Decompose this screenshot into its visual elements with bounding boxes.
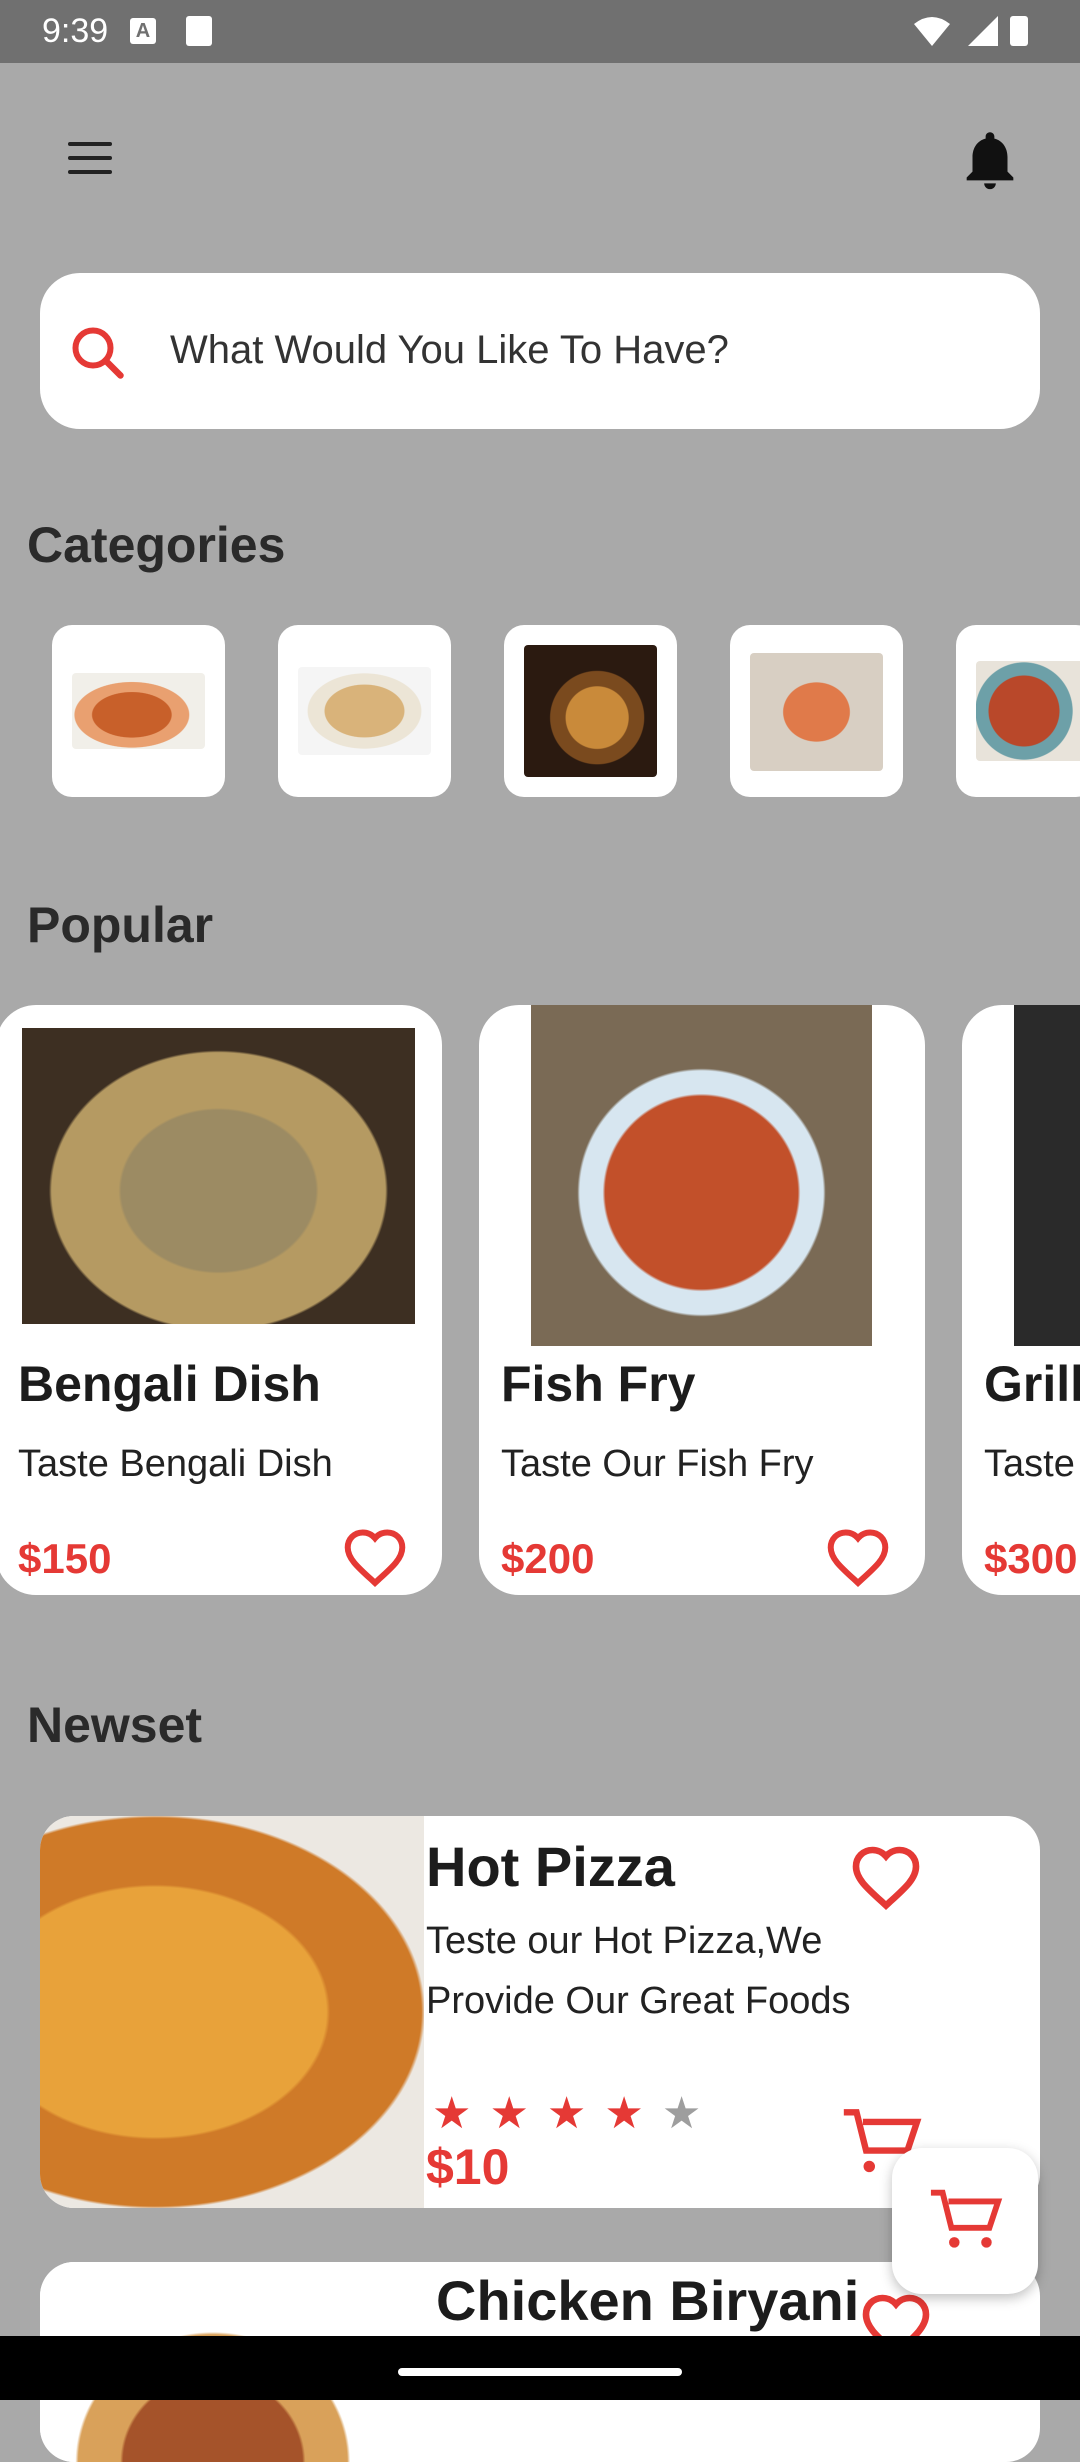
heart-icon[interactable] — [825, 1527, 891, 1587]
sd-card-icon — [186, 16, 212, 46]
category-image — [750, 653, 883, 771]
status-icons — [914, 16, 1028, 46]
food-price: $300 — [984, 1535, 1078, 1582]
cart-icon — [930, 2189, 1003, 2248]
popular-card[interactable]: Fish Fry Taste Our Fish Fry $200 — [479, 1005, 925, 1595]
newest-title: Newset — [27, 1697, 203, 1753]
food-name: Bengali Dish — [18, 1356, 321, 1412]
food-name: Fish Fry — [501, 1356, 696, 1412]
search-icon — [72, 327, 124, 379]
star-icon: ★ — [432, 2089, 490, 2138]
category-image — [976, 661, 1080, 761]
cart-button[interactable] — [892, 2148, 1038, 2294]
food-name: Chicken Biryani — [436, 2269, 860, 2332]
star-icon: ★ — [489, 2089, 547, 2138]
star-rating: ★★★★★ — [432, 2088, 719, 2139]
food-image — [1014, 1005, 1080, 1346]
notification-app-icon: A — [130, 18, 156, 44]
category-biryani[interactable] — [278, 625, 451, 797]
category-skewers[interactable] — [730, 625, 903, 797]
food-name: Grill — [984, 1356, 1080, 1412]
battery-icon — [1010, 16, 1028, 46]
food-name: Hot Pizza — [426, 1835, 675, 1898]
category-mixed-dish[interactable] — [956, 625, 1080, 797]
menu-button[interactable] — [58, 128, 128, 188]
heart-icon[interactable] — [850, 1844, 922, 1910]
category-curry[interactable] — [52, 625, 225, 797]
popular-card[interactable]: Bengali Dish Taste Bengali Dish $150 — [0, 1005, 442, 1595]
category-image — [298, 667, 431, 755]
star-icon: ★ — [546, 2089, 605, 2138]
wifi-icon — [914, 17, 950, 46]
food-price: $150 — [18, 1535, 112, 1582]
category-image — [72, 673, 205, 749]
status-time: 9:39 — [42, 12, 109, 50]
bell-icon — [966, 132, 1014, 190]
newest-card[interactable]: Hot Pizza Teste our Hot Pizza,We Provide… — [40, 1816, 1040, 2208]
star-icon: ★ — [604, 2089, 662, 2138]
food-image — [40, 1816, 424, 2208]
food-image — [531, 1005, 872, 1346]
food-description: Taste Bengali Dish — [18, 1443, 333, 1485]
food-description: Taste Our Fish Fry — [501, 1443, 814, 1485]
search-bar[interactable] — [40, 273, 1040, 429]
food-price: $10 — [426, 2139, 510, 2195]
search-input[interactable] — [168, 321, 1012, 379]
food-description: Taste — [984, 1443, 1075, 1485]
category-burger[interactable] — [504, 625, 677, 797]
popular-title: Popular — [27, 897, 214, 953]
heart-icon[interactable] — [342, 1527, 408, 1587]
notifications-button[interactable] — [955, 125, 1025, 195]
category-image — [524, 645, 657, 777]
home-gesture-handle[interactable] — [398, 2368, 682, 2376]
food-description: Teste our Hot Pizza,We Provide Our Great… — [426, 1920, 851, 2022]
food-image — [22, 1028, 415, 1324]
star-icon: ★ — [661, 2089, 720, 2138]
signal-icon — [968, 16, 998, 46]
popular-card[interactable]: Grill Taste $300 — [962, 1005, 1080, 1595]
food-price: $200 — [501, 1535, 595, 1582]
categories-title: Categories — [27, 517, 286, 573]
